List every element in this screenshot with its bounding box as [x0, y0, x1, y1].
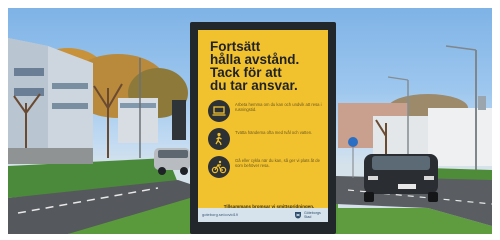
- poster-footer: goteborg.se/covid19 Göteborgs Stad: [198, 208, 328, 222]
- poster-footer-url: goteborg.se/covid19: [202, 212, 239, 217]
- bicycle-icon: [208, 156, 230, 178]
- poster-row-3-text: Gå eller cykla när du kan, så ger vi pla…: [235, 158, 320, 168]
- poster-row-3: Gå eller cykla när du kan, så ger vi pla…: [208, 156, 328, 180]
- walking-icon: [208, 128, 230, 150]
- poster-row-2-text: Tvätta händerna ofta med tvål och vatten…: [235, 130, 313, 135]
- laptop-icon: [208, 100, 230, 122]
- poster-row-1: Arbeta hemma om du kan och undvik att re…: [208, 100, 328, 124]
- poster-row-1-text: Arbeta hemma om du kan och undvik att re…: [235, 102, 322, 112]
- goteborg-logo-text: Göteborgs Stad: [304, 211, 321, 219]
- poster-row-2: Tvätta händerna ofta med tvål och vatten…: [208, 128, 328, 152]
- poster-headline: Fortsätt hålla avstånd. Tack för att du …: [210, 39, 300, 93]
- city-crest-icon: [295, 212, 301, 219]
- goteborg-logo: Göteborgs Stad: [294, 211, 324, 219]
- advertising-display-panel: Fortsätt hålla avstånd. Tack för att du …: [190, 22, 336, 234]
- poster-yellow-area: Fortsätt hålla avstånd. Tack för att du …: [198, 30, 328, 209]
- street-photo: Fortsätt hålla avstånd. Tack för att du …: [8, 8, 492, 234]
